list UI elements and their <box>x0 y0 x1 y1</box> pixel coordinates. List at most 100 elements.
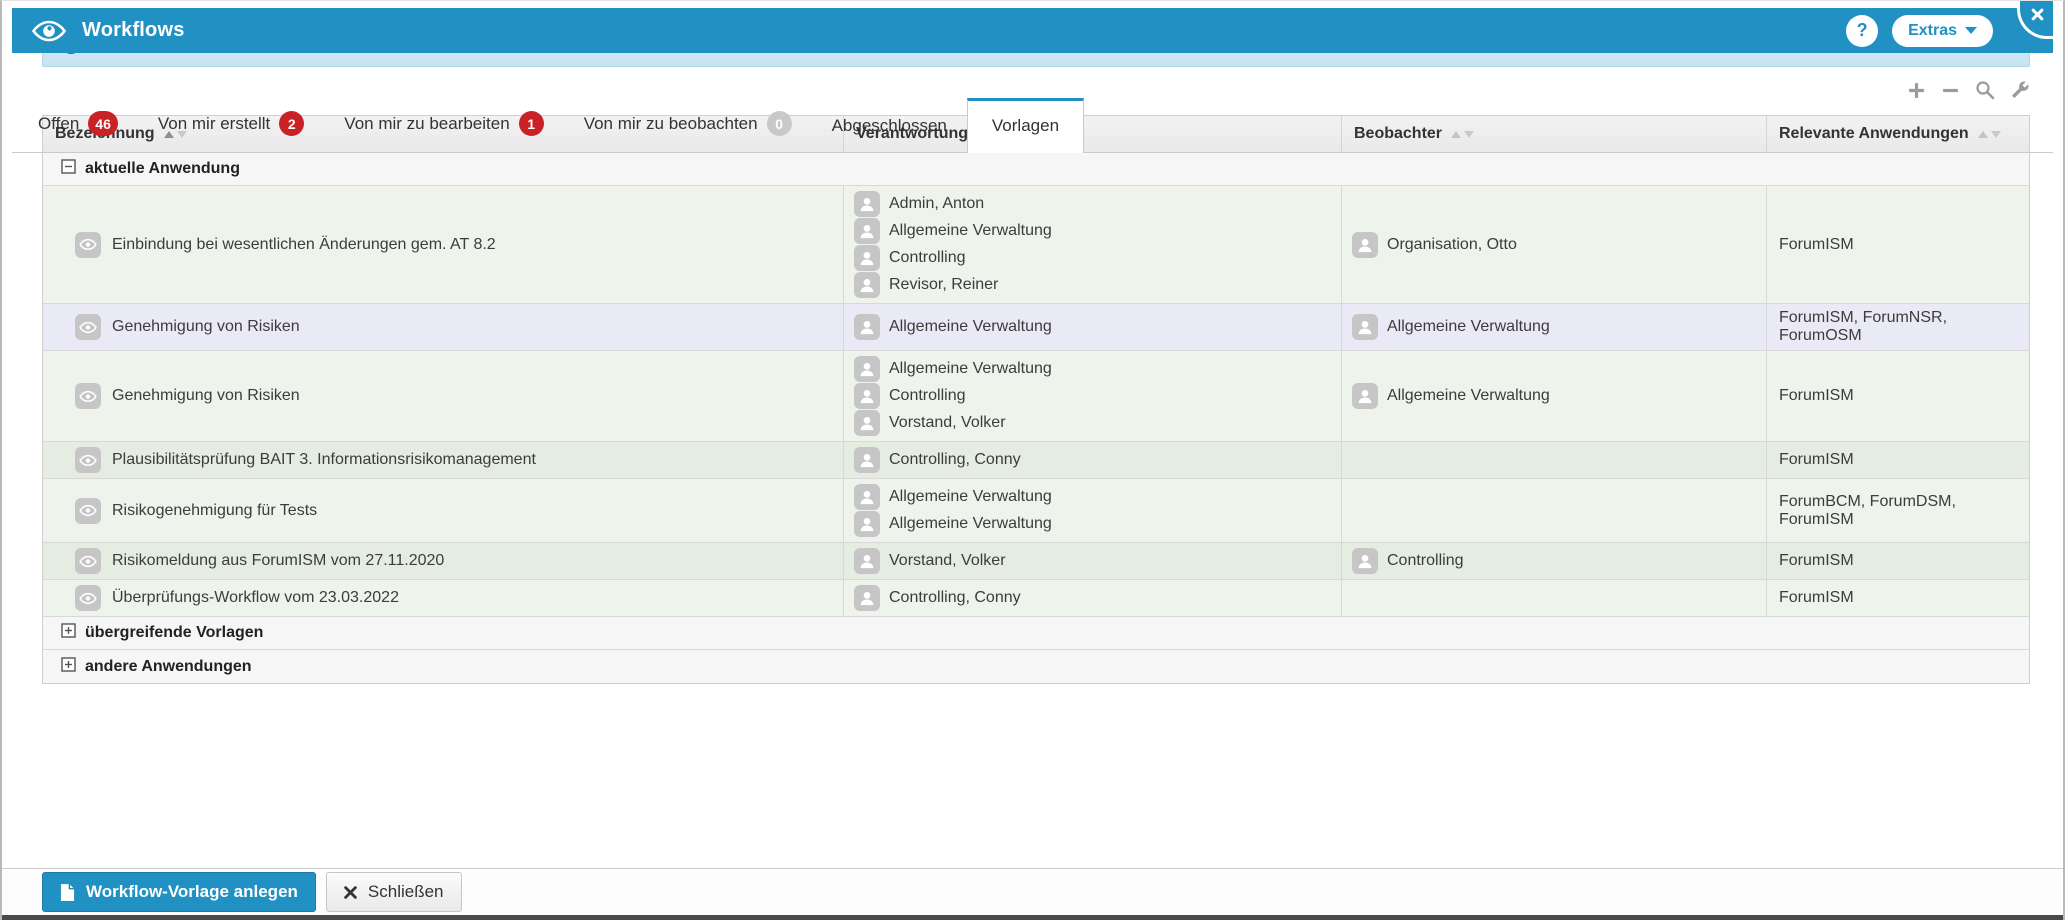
person-icon-badge <box>854 314 880 340</box>
person-icon <box>860 363 874 377</box>
group-row-andere-anwendungen[interactable]: andere Anwendungen <box>43 650 2029 683</box>
entry-label: Allgemeine Verwaltung <box>889 222 1052 239</box>
bezeichnung-cell: Überprüfungs-Workflow vom 23.03.2022 <box>43 580 844 616</box>
observer-entry: Controlling <box>1352 548 1463 574</box>
entry-label: Controlling, Conny <box>889 589 1021 606</box>
workflow-eye-badge <box>75 447 101 473</box>
person-icon-badge <box>854 410 880 436</box>
workflow-eye-badge <box>75 548 101 574</box>
entry-label: Allgemeine Verwaltung <box>889 488 1052 505</box>
person-icon-badge <box>854 585 880 611</box>
person-icon-badge <box>854 511 880 537</box>
entry-label: Allgemeine Verwaltung <box>1387 387 1550 404</box>
person-icon <box>860 252 874 266</box>
tab-von-mir-zu-bearbeiten[interactable]: Von mir zu bearbeiten 1 <box>324 111 563 152</box>
person-icon <box>1358 238 1372 252</box>
entry-label: Vorstand, Volker <box>889 414 1006 431</box>
person-icon <box>860 198 874 212</box>
bezeichnung-cell: Risikogenehmigung für Tests <box>43 479 844 542</box>
tab-label: Von mir zu bearbeiten <box>344 113 510 133</box>
person-icon <box>860 225 874 239</box>
observer-entry: Allgemeine Verwaltung <box>1352 314 1550 340</box>
applications-value: ForumISM <box>1779 552 1854 569</box>
beobachter-cell: Allgemeine Verwaltung <box>1342 351 1767 441</box>
beobachter-cell: Controlling <box>1342 543 1767 579</box>
person-icon-badge <box>854 484 880 510</box>
applications-cell: ForumISM <box>1767 442 2033 478</box>
person-icon <box>860 279 874 293</box>
responsible-entry: Allgemeine Verwaltung <box>854 314 1052 340</box>
verantwortung-cell: Vorstand, Volker <box>844 543 1342 579</box>
person-icon-badge <box>854 218 880 244</box>
beobachter-cell: Allgemeine Verwaltung <box>1342 304 1767 350</box>
bezeichnung-cell: Genehmigung von Risiken <box>43 304 844 350</box>
tab-label: Von mir erstellt <box>157 113 271 133</box>
entry-label: Allgemeine Verwaltung <box>889 318 1052 335</box>
chevron-down-icon <box>1965 27 1977 34</box>
workflow-eye-badge <box>75 314 101 340</box>
templates-table: BezeichnungVerantwortungBeobachterReleva… <box>42 115 2030 684</box>
bezeichnung-cell: Plausibilitätsprüfung BAIT 3. Informatio… <box>43 442 844 478</box>
responsible-entry: Vorstand, Volker <box>854 410 1006 436</box>
tab-von-mir-erstellt[interactable]: Von mir erstellt 2 <box>138 111 324 152</box>
applications-value: ForumISM <box>1779 451 1854 468</box>
tab-count-badge: 1 <box>518 111 544 136</box>
person-icon-badge <box>854 447 880 473</box>
create-template-button[interactable]: Workflow-Vorlage anlegen <box>42 872 316 912</box>
window-bottom-edge <box>2 915 2063 920</box>
expand-icon <box>61 623 76 638</box>
workflows-window: Workflows ? Extras Offen 46 Von mir erstel… <box>0 0 2065 920</box>
extras-button[interactable]: Extras <box>1892 14 1993 47</box>
workflow-title: Genehmigung von Risiken <box>112 387 300 404</box>
verantwortung-cell: Allgemeine Verwaltung Allgemeine Verwaltu… <box>844 479 1342 542</box>
person-icon <box>860 518 874 532</box>
table-row[interactable]: Genehmigung von Risiken Allgemeine Verwal… <box>43 304 2029 351</box>
person-icon <box>860 454 874 468</box>
group-row-aktuelle-anwendung[interactable]: aktuelle Anwendung <box>43 153 2029 186</box>
table-row[interactable]: Risikogenehmigung für Tests Allgemeine Ve… <box>43 479 2029 543</box>
tab-abgeschlossen[interactable]: Abgeschlossen <box>812 116 967 152</box>
group-row-übergreifende-vorlagen[interactable]: übergreifende Vorlagen <box>43 617 2029 650</box>
table-row[interactable]: Genehmigung von Risiken Allgemeine Verwal… <box>43 351 2029 442</box>
expand-icon <box>61 656 76 672</box>
bezeichnung-cell: Risikomeldung aus ForumISM vom 27.11.202… <box>43 543 844 579</box>
table-row[interactable]: Plausibilitätsprüfung BAIT 3. Informatio… <box>43 442 2029 479</box>
table-row[interactable]: Überprüfungs-Workflow vom 23.03.2022 Cont… <box>43 580 2029 617</box>
person-icon <box>860 491 874 505</box>
help-button[interactable]: ? <box>1846 14 1879 47</box>
workflow-title: Plausibilitätsprüfung BAIT 3. Informatio… <box>112 451 536 468</box>
tab-count-badge: 0 <box>766 111 792 136</box>
responsible-entry: Allgemeine Verwaltung <box>854 356 1052 382</box>
observer-entry: Organisation, Otto <box>1352 231 1517 258</box>
bezeichnung-cell: Genehmigung von Risiken <box>43 351 844 441</box>
applications-value: ForumBCM, ForumDSM, ForumISM <box>1779 492 1956 528</box>
titlebar-actions: ? Extras <box>1846 14 1993 47</box>
close-dialog-button[interactable]: Schließen <box>325 872 462 912</box>
person-icon-badge <box>1352 231 1378 258</box>
table-body: aktuelle Anwendung Einbindung bei wesentl… <box>43 153 2029 683</box>
group-label: aktuelle Anwendung <box>85 160 240 177</box>
bezeichnung-cell: Einbindung bei wesentlichen Änderungen g… <box>43 186 844 303</box>
tab-von-mir-zu-beobachten[interactable]: Von mir zu beobachten 0 <box>564 111 812 152</box>
person-icon-badge <box>1352 548 1378 574</box>
applications-value: ForumISM <box>1779 589 1854 606</box>
table-row[interactable]: Risikomeldung aus ForumISM vom 27.11.202… <box>43 543 2029 580</box>
group-label: übergreifende Vorlagen <box>85 624 264 641</box>
entry-label: Controlling <box>889 387 966 404</box>
tab-offen[interactable]: Offen 46 <box>18 111 138 152</box>
applications-value: ForumISM <box>1779 387 1854 404</box>
applications-cell: ForumISM <box>1767 543 2033 579</box>
applications-value: ForumISM, ForumNSR, ForumOSM <box>1779 309 1948 344</box>
verantwortung-cell: Allgemeine Verwaltung Controlling Vorstand… <box>844 351 1342 441</box>
tab-vorlagen[interactable]: Vorlagen <box>966 98 1085 153</box>
table-row[interactable]: Einbindung bei wesentlichen Änderungen g… <box>43 186 2029 304</box>
person-icon <box>860 321 874 335</box>
eye-icon <box>79 504 97 517</box>
tab-count-badge: 46 <box>88 111 118 136</box>
responsible-entry: Controlling <box>854 383 965 409</box>
entry-label: Allgemeine Verwaltung <box>889 360 1052 377</box>
eye-icon <box>79 390 97 402</box>
workflow-title: Risikomeldung aus ForumISM vom 27.11.202… <box>112 552 445 569</box>
tab-label: Offen <box>38 113 80 133</box>
responsible-entry: Admin, Anton <box>854 191 984 217</box>
